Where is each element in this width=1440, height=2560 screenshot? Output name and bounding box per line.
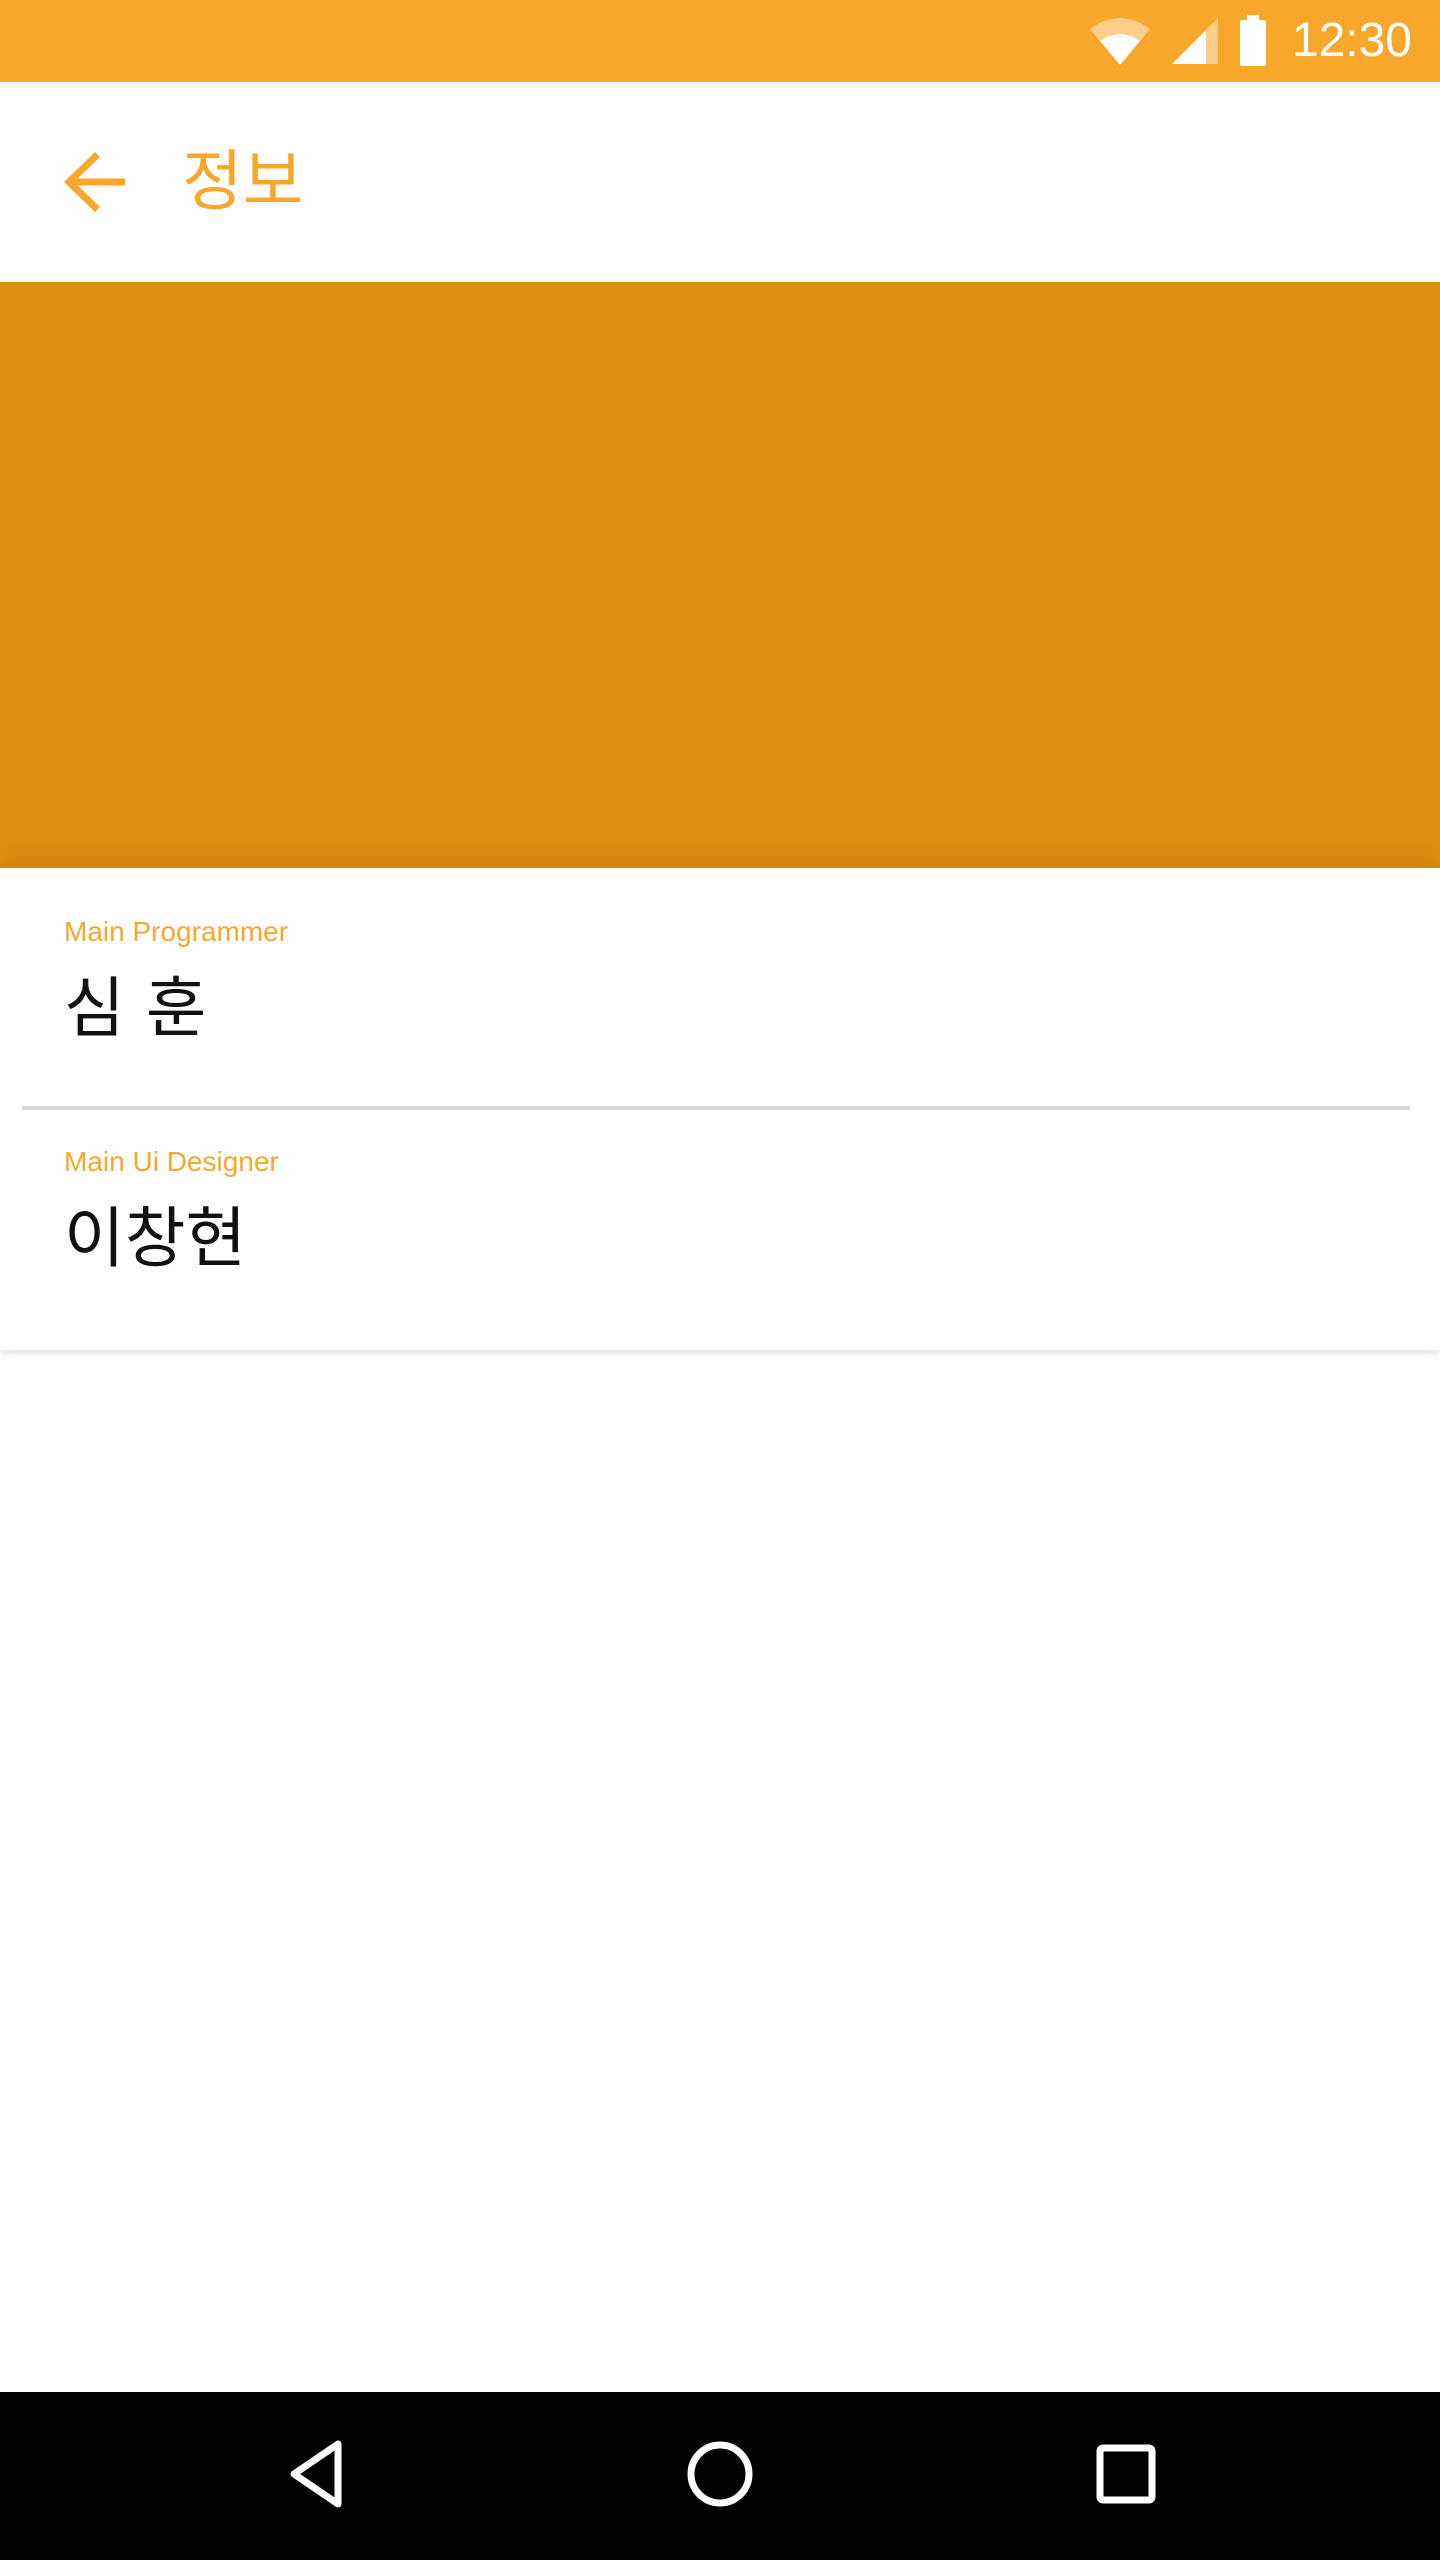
- app-bar: 정보: [0, 82, 1440, 282]
- hero-banner: [0, 282, 1440, 868]
- status-bar: 12:30: [0, 0, 1440, 82]
- credit-name: 심 훈: [64, 970, 207, 1047]
- credit-item-programmer: Main Programmer 심 훈: [0, 868, 1440, 1108]
- battery-icon: [1238, 15, 1268, 67]
- navigation-bar: [0, 2392, 1440, 2560]
- status-time: 12:30: [1291, 14, 1412, 67]
- nav-home-button[interactable]: [670, 2426, 770, 2526]
- nav-back-button[interactable]: [266, 2426, 366, 2526]
- circle-home-icon: [685, 2439, 755, 2513]
- credit-role: Main Ui Designer: [64, 1146, 279, 1177]
- status-icons: 12:30: [1088, 0, 1412, 82]
- triangle-back-icon: [286, 2439, 346, 2513]
- credit-item-designer: Main Ui Designer 이창현: [0, 1108, 1440, 1350]
- page-title: 정보: [182, 143, 304, 220]
- credits-card: Main Programmer 심 훈 Main Ui Designer 이창현: [0, 868, 1440, 1350]
- signal-icon: [1170, 16, 1220, 66]
- square-recents-icon: [1095, 2443, 1157, 2509]
- arrow-left-icon: [61, 151, 131, 217]
- credit-role: Main Programmer: [64, 916, 289, 947]
- nav-recents-button[interactable]: [1076, 2426, 1176, 2526]
- about-screen: 12:30 정보 Main Programmer 심 훈 Main Ui Des…: [0, 0, 1440, 2560]
- credit-name: 이창현: [64, 1200, 247, 1277]
- back-button[interactable]: [56, 144, 136, 224]
- wifi-icon: [1088, 15, 1152, 67]
